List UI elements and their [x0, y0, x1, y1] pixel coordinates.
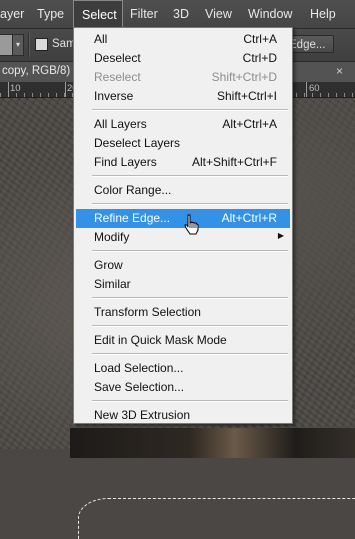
select-menu-dropdown: All Ctrl+A Deselect Ctrl+D Reselect Shift+Ctr… [73, 27, 293, 424]
menu-separator [92, 109, 288, 111]
menu-item-shortcut: Ctrl+A [243, 32, 277, 46]
menu-item-label: Color Range... [94, 183, 172, 197]
menu-item-label: Grow [94, 258, 123, 272]
menu-item-label: Save Selection... [94, 380, 185, 394]
menu-item-label: Reselect [94, 70, 141, 84]
submenu-arrow-icon: ▶ [277, 231, 284, 240]
menu-type[interactable]: Type [37, 0, 64, 28]
menu-item-label: Find Layers [94, 155, 157, 169]
menu-item-new-3d-extrusion[interactable]: New 3D Extrusion [76, 406, 290, 425]
menu-item-refine-edge[interactable]: Refine Edge... Alt+Ctrl+R [76, 209, 290, 228]
menu-item-grow[interactable]: Grow [76, 256, 290, 275]
menu-item-deselect-layers[interactable]: Deselect Layers [76, 134, 290, 153]
menu-select[interactable]: Select [73, 0, 123, 28]
menu-separator [92, 250, 288, 252]
menu-separator [92, 203, 288, 205]
menu-item-shortcut: Shift+Ctrl+D [211, 70, 277, 84]
menu-item-shortcut: Alt+Ctrl+R [221, 211, 277, 225]
menu-separator [92, 353, 288, 355]
menu-item-label: Similar [94, 277, 131, 291]
menu-separator [92, 400, 288, 402]
menu-item-label: Transform Selection [94, 305, 201, 319]
menu-item-load-selection[interactable]: Load Selection... [76, 359, 290, 378]
ruler-tick [8, 82, 9, 97]
menu-item-label: Modify [94, 230, 130, 244]
menu-help[interactable]: Help [310, 0, 336, 28]
menu-item-label: All [94, 32, 108, 46]
menu-item-inverse[interactable]: Inverse Shift+Ctrl+I [76, 87, 290, 106]
menu-view[interactable]: View [205, 0, 232, 28]
menu-item-label: Deselect [94, 51, 141, 65]
tool-preset-dropdown-icon[interactable]: ▾ [12, 34, 24, 56]
canvas-image-fur [70, 428, 355, 458]
menu-window[interactable]: Window [248, 0, 292, 28]
menu-item-modify[interactable]: Modify ▶ [76, 228, 290, 247]
ruler-label: 10 [10, 83, 21, 94]
menu-item-all-layers[interactable]: All Layers Alt+Ctrl+A [76, 115, 290, 134]
ruler-tick [65, 82, 66, 97]
menu-item-transform-selection[interactable]: Transform Selection [76, 303, 290, 322]
menu-item-reselect: Reselect Shift+Ctrl+D [76, 68, 290, 87]
menu-item-find-layers[interactable]: Find Layers Alt+Shift+Ctrl+F [76, 153, 290, 172]
menu-item-label: Deselect Layers [94, 136, 181, 150]
ruler-label: 60 [309, 83, 320, 94]
menu-item-label: New 3D Extrusion [94, 408, 191, 422]
ruler-tick [306, 82, 307, 97]
menu-item-shortcut: Alt+Shift+Ctrl+F [191, 155, 277, 169]
menu-item-label: Load Selection... [94, 361, 184, 375]
document-tab-title: copy, RGB/8) [2, 65, 71, 77]
selection-marching-ants [78, 498, 355, 539]
menu-item-shortcut: Ctrl+D [242, 51, 277, 65]
menu-item-deselect[interactable]: Deselect Ctrl+D [76, 49, 290, 68]
pointer-hand-icon [184, 214, 199, 235]
menu-item-label: All Layers [94, 117, 147, 131]
menu-item-label: Edit in Quick Mask Mode [94, 333, 227, 347]
menu-item-label: Refine Edge... [94, 211, 171, 225]
menu-item-label: Inverse [94, 89, 134, 103]
options-divider [28, 33, 30, 57]
menu-item-similar[interactable]: Similar [76, 275, 290, 294]
menu-item-edit-in-quick-mask-mode[interactable]: Edit in Quick Mask Mode [76, 331, 290, 350]
menu-bar: ayer Type Select Filter 3D View Window H… [0, 0, 355, 29]
menu-layer[interactable]: ayer [0, 0, 24, 28]
sample-all-layers-checkbox[interactable] [35, 38, 48, 51]
menu-separator [92, 297, 288, 299]
menu-separator [92, 175, 288, 177]
menu-item-all[interactable]: All Ctrl+A [76, 30, 290, 49]
close-icon[interactable]: × [336, 64, 343, 78]
menu-3d[interactable]: 3D [173, 0, 189, 28]
menu-separator [92, 325, 288, 327]
menu-item-color-range[interactable]: Color Range... [76, 181, 290, 200]
menu-item-save-selection[interactable]: Save Selection... [76, 378, 290, 397]
menu-item-shortcut: Shift+Ctrl+I [216, 89, 277, 103]
menu-item-shortcut: Alt+Ctrl+A [222, 117, 277, 131]
menu-filter[interactable]: Filter [130, 0, 158, 28]
